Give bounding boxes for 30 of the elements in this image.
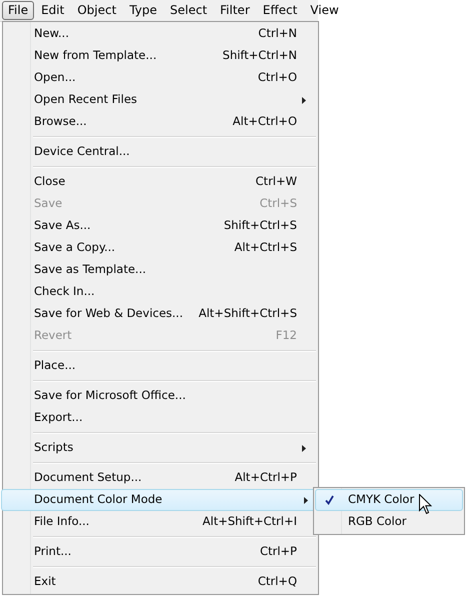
menu-item[interactable]: Export...: [3, 407, 318, 429]
menu-item[interactable]: Place...: [3, 355, 318, 377]
menu-item[interactable]: Browse... Alt+Ctrl+O: [3, 111, 318, 133]
menu-bar-item[interactable]: Object: [71, 1, 122, 20]
menu-bar-item[interactable]: Type: [123, 1, 163, 20]
menu-item[interactable]: Save for Microsoft Office...: [3, 385, 318, 407]
menu-item[interactable]: Document Setup... Alt+Ctrl+P: [3, 467, 318, 489]
menu-bar-item[interactable]: Edit: [35, 1, 70, 20]
menu-bar-item[interactable]: Filter: [214, 1, 256, 20]
menu-item[interactable]: Device Central...: [3, 141, 318, 163]
menu-item[interactable]: Save a Copy... Alt+Ctrl+S: [3, 237, 318, 259]
menu-item[interactable]: Close Ctrl+W: [3, 171, 318, 193]
menu-item[interactable]: Save for Web & Devices... Alt+Shift+Ctrl+S: [3, 303, 318, 325]
menu-bar-item[interactable]: File: [2, 1, 34, 20]
menu-item[interactable]: Open Recent Files: [3, 89, 318, 111]
menu-item[interactable]: Open... Ctrl+O: [3, 67, 318, 89]
menu-bar-item[interactable]: Effect: [256, 1, 304, 20]
menu-item[interactable]: Save As... Shift+Ctrl+S: [3, 215, 318, 237]
menu-bar-item[interactable]: Select: [164, 1, 214, 20]
submenu-item[interactable]: RGB Color: [315, 511, 463, 533]
menu-item[interactable]: Check In...: [3, 281, 318, 303]
menu-bar-item[interactable]: View: [304, 1, 345, 20]
menu-item[interactable]: Scripts: [3, 437, 318, 459]
menu-item[interactable]: New... Ctrl+N: [3, 23, 318, 45]
menu-item[interactable]: Save as Template...: [3, 259, 318, 281]
menu-item[interactable]: Exit Ctrl+Q: [3, 571, 318, 593]
submenu-item[interactable]: CMYK Color: [315, 489, 463, 511]
menu-item[interactable]: New from Template... Shift+Ctrl+N: [3, 45, 318, 67]
mouse-pointer-icon: [419, 494, 432, 515]
menu-item[interactable]: Print... Ctrl+P: [3, 541, 318, 563]
